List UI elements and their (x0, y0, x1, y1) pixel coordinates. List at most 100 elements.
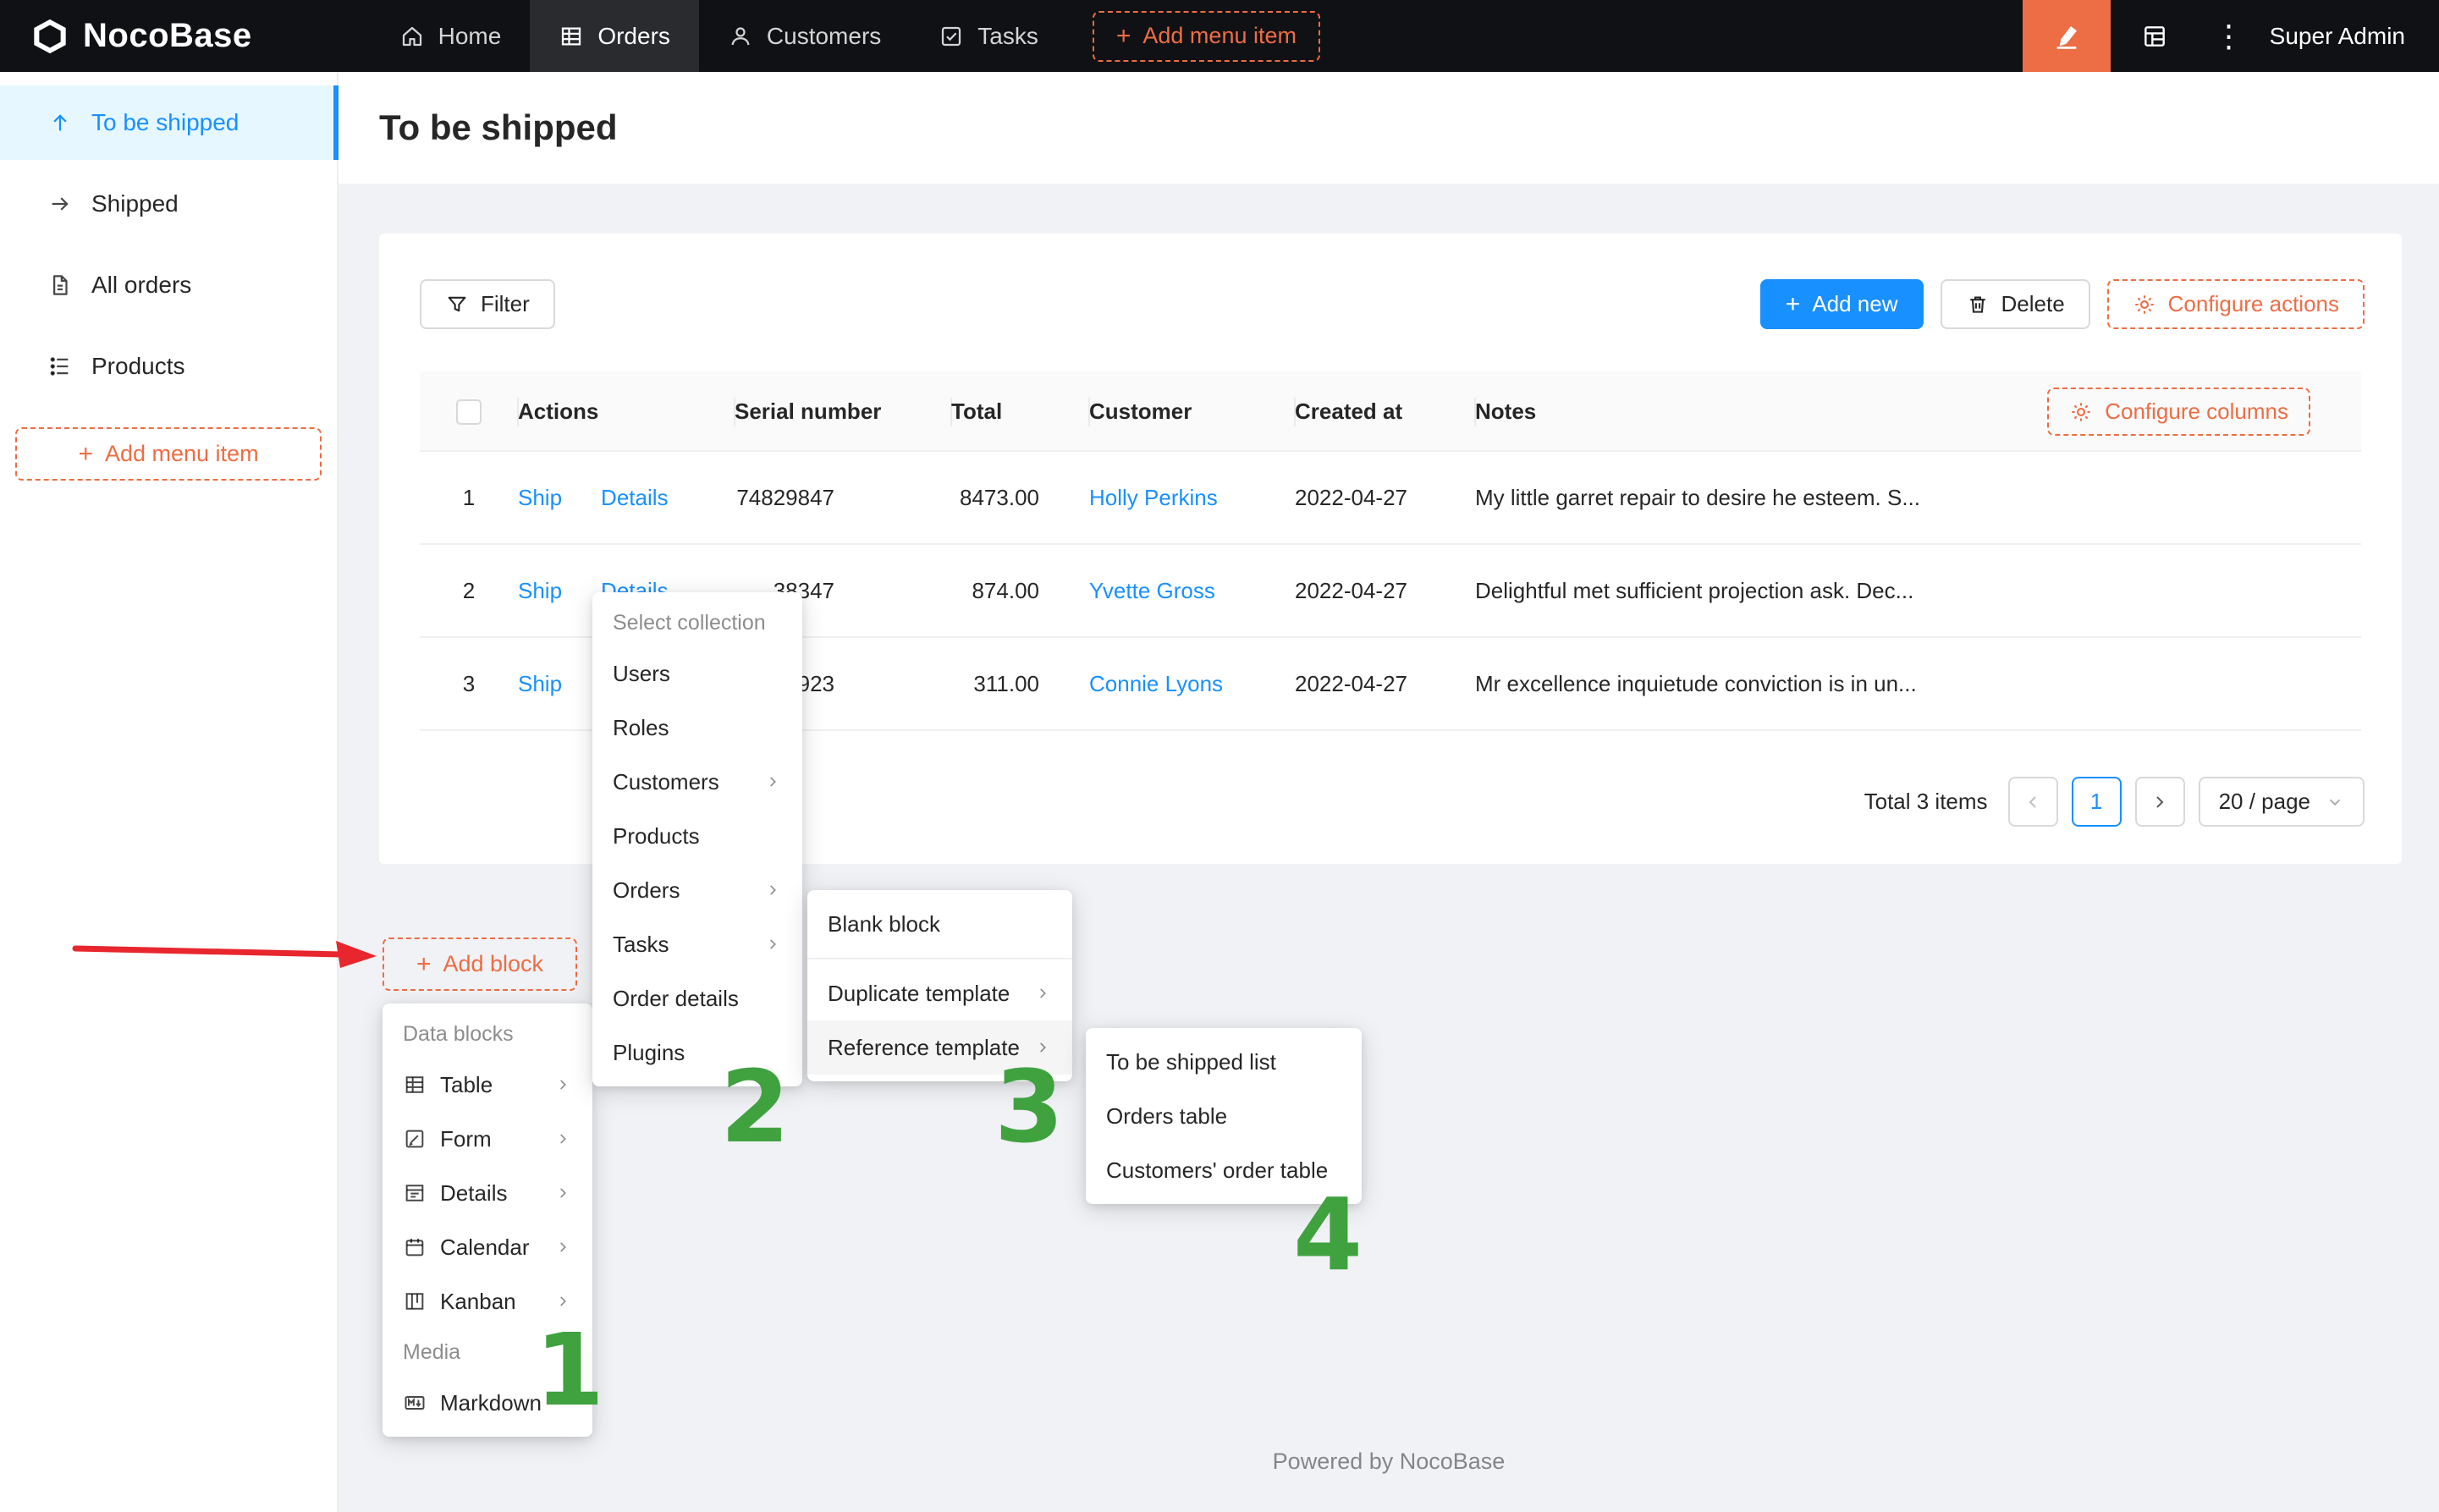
brand-name: NocoBase (83, 17, 252, 55)
cell-notes: Mr excellence inquietude conviction is i… (1475, 671, 1966, 697)
customer-link[interactable]: Holly Perkins (1089, 485, 1218, 510)
current-user-menu[interactable]: Super Admin (2260, 23, 2439, 50)
menu-item-tasks[interactable]: Tasks (592, 917, 802, 971)
menu-item-label: Products (613, 823, 782, 849)
sidebar-item-products[interactable]: Products (0, 329, 337, 404)
nav-item-orders[interactable]: Orders (530, 0, 699, 72)
menu-item-calendar[interactable]: Calendar (383, 1220, 592, 1274)
nav-item-home[interactable]: Home (371, 0, 531, 72)
add-new-button[interactable]: + Add new (1760, 279, 1924, 329)
more-menu-button[interactable]: ⋮ (2199, 19, 2260, 54)
page-title: To be shipped (379, 107, 618, 148)
chevron-right-icon (2150, 792, 2170, 812)
table-row[interactable]: 1 ShipDetails 74829847 8473.00 Holly Per… (420, 452, 2361, 545)
menu-item-label: Users (613, 661, 782, 687)
cell-total: 874.00 (951, 578, 1039, 604)
menu-item-customers[interactable]: Customers (592, 755, 802, 809)
plus-icon: + (78, 442, 93, 467)
ship-link[interactable]: Ship (518, 485, 562, 510)
configure-actions-button[interactable]: Configure actions (2107, 279, 2365, 329)
pagination-total: Total 3 items (1864, 789, 1988, 815)
column-header-serial-number: Serial number (735, 371, 951, 452)
powered-by-footer: Powered by NocoBase (339, 1449, 2439, 1475)
calendar-block-icon (403, 1235, 427, 1259)
menu-item-label: Orders table (1106, 1103, 1341, 1130)
nav-item-label: Home (438, 23, 502, 50)
row-index: 2 (420, 578, 518, 604)
menu-divider (807, 958, 1072, 959)
main-menu: Home Orders Customers Tasks (371, 0, 1320, 72)
column-header-actions: Actions (518, 371, 735, 452)
chevron-right-icon (553, 1130, 572, 1148)
menu-group-select-collection: Select collection (592, 599, 802, 646)
chevron-right-icon (553, 1184, 572, 1202)
add-block-button[interactable]: + Add block (383, 937, 577, 991)
cell-serial-number: 74829847 (735, 485, 834, 511)
sidebar-item-label: To be shipped (91, 109, 239, 136)
add-new-label: Add new (1812, 291, 1897, 317)
customer-link[interactable]: Connie Lyons (1089, 671, 1223, 696)
cell-total: 8473.00 (951, 485, 1039, 511)
page-header: To be shipped (339, 72, 2439, 184)
sidebar-item-label: All orders (91, 272, 191, 299)
sidebar-item-all-orders[interactable]: All orders (0, 248, 337, 322)
kanban-block-icon (403, 1289, 427, 1313)
chevron-right-icon (763, 881, 782, 899)
menu-item-order-details[interactable]: Order details (592, 971, 802, 1025)
pagination-next-button[interactable] (2135, 777, 2185, 827)
schema-template-button[interactable] (2111, 0, 2199, 72)
ship-link[interactable]: Ship (518, 578, 562, 603)
menu-item-table[interactable]: Table (383, 1058, 592, 1112)
menu-item-orders[interactable]: Orders (592, 863, 802, 917)
configure-columns-button[interactable]: Configure columns (2047, 388, 2310, 436)
menu-item-label: Customers (613, 769, 750, 795)
menu-item-label: Reference template (828, 1035, 1020, 1061)
orders-icon (559, 24, 584, 49)
configure-columns-label: Configure columns (2105, 399, 2288, 425)
filter-button[interactable]: Filter (420, 279, 555, 329)
nav-item-customers[interactable]: Customers (699, 0, 910, 72)
sidebar-item-to-be-shipped[interactable]: To be shipped (0, 85, 337, 160)
add-menu-item-label: Add menu item (105, 441, 259, 467)
page-size-select[interactable]: 20 / page (2199, 777, 2365, 827)
sidebar-item-shipped[interactable]: Shipped (0, 167, 337, 241)
menu-item-label: Duplicate template (828, 981, 1020, 1007)
customer-link[interactable]: Yvette Gross (1089, 578, 1215, 603)
menu-item-label: Roles (613, 715, 782, 741)
annotation-step-3: 3 (994, 1057, 1064, 1157)
menu-item-form[interactable]: Form (383, 1112, 592, 1166)
menu-item-label: Details (440, 1180, 540, 1207)
cell-notes: Delightful met sufficient projection ask… (1475, 578, 1966, 604)
select-all-checkbox[interactable] (456, 399, 482, 425)
brand[interactable]: NocoBase (0, 17, 252, 56)
delete-button[interactable]: Delete (1941, 279, 2090, 329)
chevron-right-icon (553, 1238, 572, 1256)
menu-item-blank-block[interactable]: Blank block (807, 897, 1072, 951)
menu-item-label: Kanban (440, 1289, 540, 1315)
menu-item-to-be-shipped-list[interactable]: To be shipped list (1086, 1035, 1362, 1089)
ship-link[interactable]: Ship (518, 671, 562, 696)
nav-item-tasks[interactable]: Tasks (910, 0, 1067, 72)
menu-item-duplicate-template[interactable]: Duplicate template (807, 966, 1072, 1020)
plus-icon: + (1116, 24, 1131, 49)
menu-item-orders-table[interactable]: Orders table (1086, 1089, 1362, 1143)
nocobase-logo-icon (30, 17, 69, 56)
menu-item-products[interactable]: Products (592, 809, 802, 863)
top-navbar: NocoBase Home Orders Customers (0, 0, 2439, 72)
add-block-label: Add block (443, 951, 543, 977)
table-header-row: Actions Serial number Total Customer Cre… (420, 371, 2361, 452)
menu-item-label: Order details (613, 986, 782, 1012)
details-link[interactable]: Details (601, 485, 668, 510)
menu-item-details[interactable]: Details (383, 1166, 592, 1220)
pagination-prev-button[interactable] (2008, 777, 2058, 827)
menu-item-roles[interactable]: Roles (592, 701, 802, 755)
ui-editor-button[interactable] (2023, 0, 2111, 72)
add-menu-item-button-top[interactable]: + Add menu item (1093, 11, 1320, 62)
column-header-total: Total (951, 371, 1089, 452)
pagination-page-1[interactable]: 1 (2072, 777, 2122, 827)
nav-item-label: Tasks (977, 23, 1038, 50)
gear-icon (2133, 293, 2156, 316)
details-block-icon (403, 1181, 427, 1205)
add-menu-item-button-sidebar[interactable]: + Add menu item (15, 427, 322, 481)
menu-item-users[interactable]: Users (592, 646, 802, 701)
